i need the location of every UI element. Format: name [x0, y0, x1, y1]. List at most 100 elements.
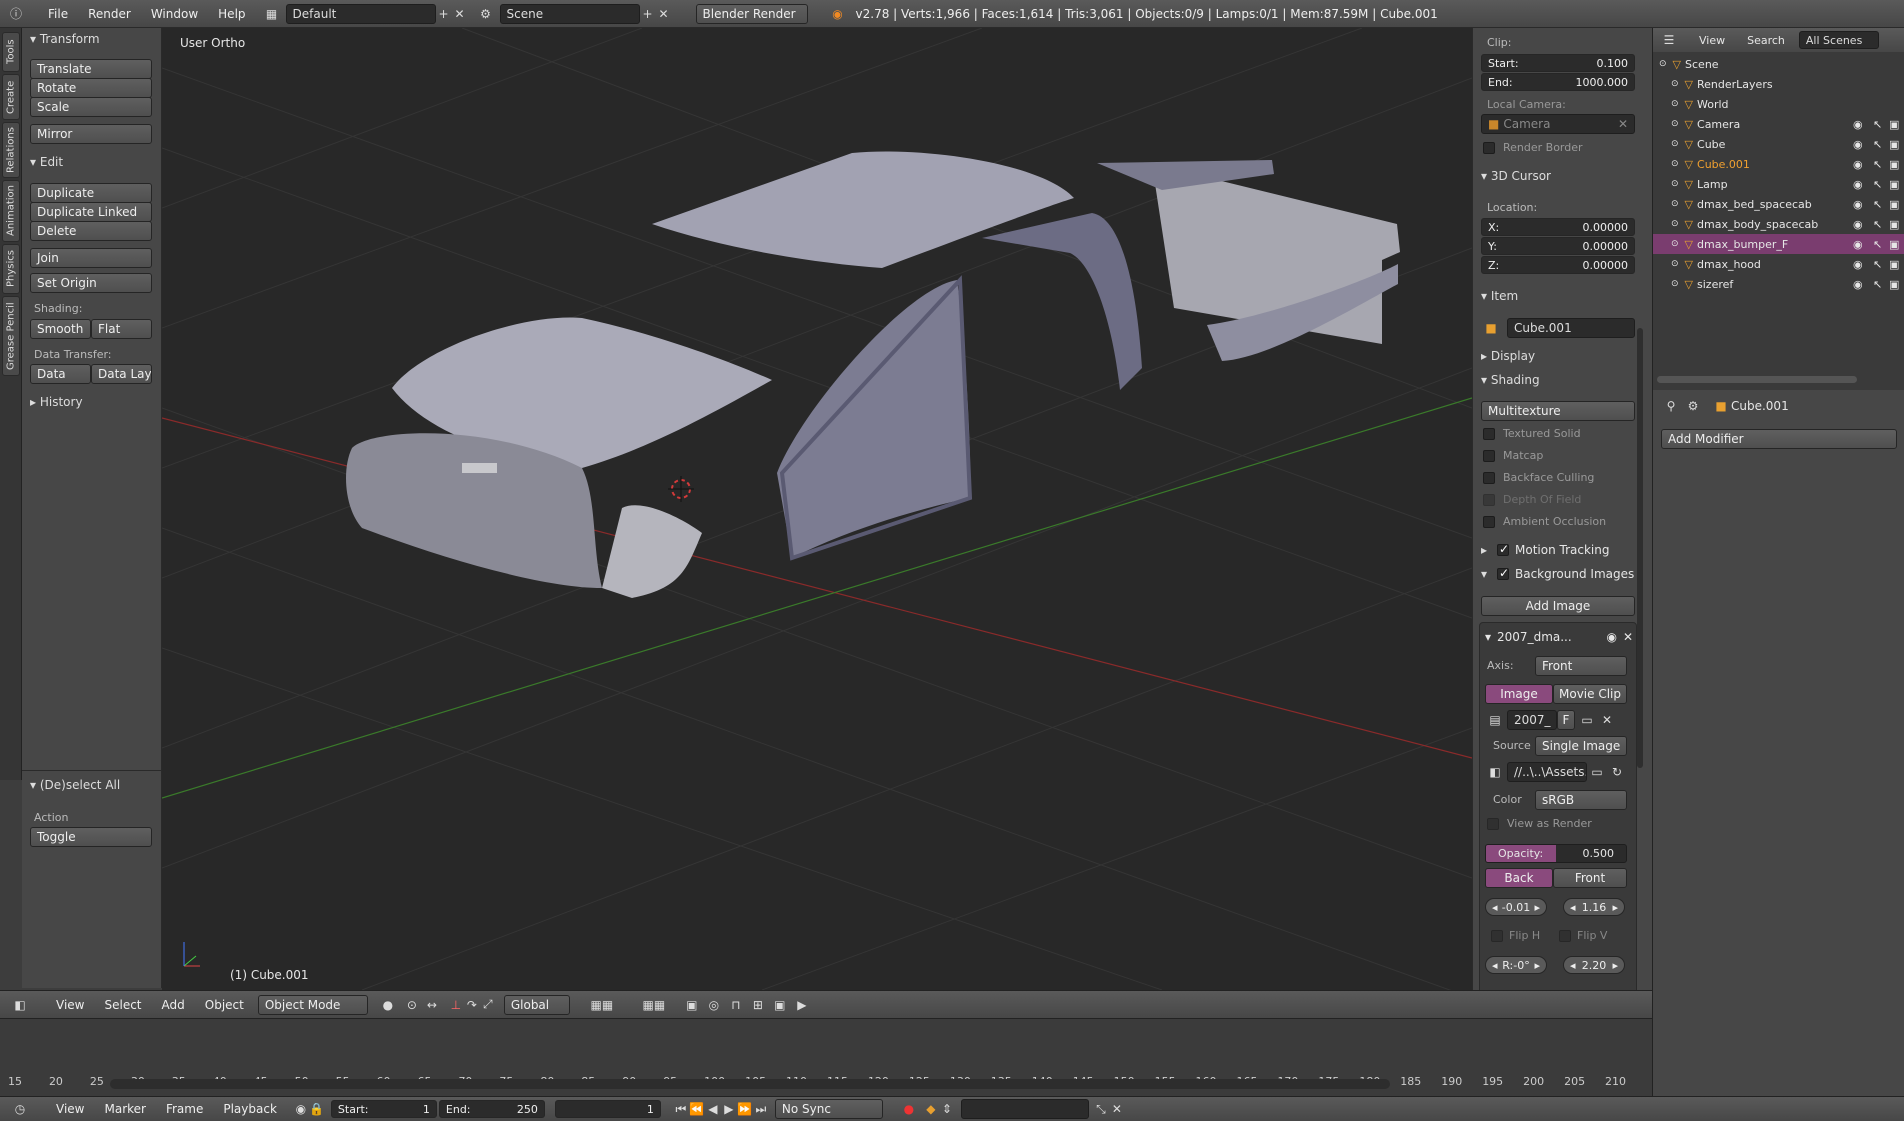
- renderability-icon[interactable]: ▣: [1889, 198, 1899, 211]
- manipulator-toggle-icon[interactable]: ↔: [424, 997, 440, 1013]
- transform-orientation-dropdown[interactable]: Global: [503, 994, 570, 1015]
- current-frame-field[interactable]: 1: [554, 1100, 661, 1118]
- rotation-field[interactable]: ◂ R:-0° ▸: [1485, 956, 1547, 974]
- tab-grease-pencil[interactable]: Grease Pencil: [2, 296, 20, 376]
- selectability-icon[interactable]: ↖: [1873, 218, 1882, 231]
- view-as-render-checkbox[interactable]: [1487, 818, 1499, 830]
- menu-timeline-view[interactable]: View: [46, 1102, 94, 1116]
- outliner-row[interactable]: ⊙ ▽ dmax_hood ◉ ↖ ▣: [1653, 254, 1904, 274]
- rotate-manipulator-icon[interactable]: ↷: [464, 997, 480, 1013]
- image-path-field[interactable]: //..\..\Assets...: [1507, 762, 1587, 782]
- data-transfer-button[interactable]: Data: [30, 364, 91, 384]
- outliner-row-label[interactable]: dmax_bumper_F: [1697, 238, 1788, 251]
- expand-toggle-icon[interactable]: ⊙: [1671, 199, 1679, 209]
- flat-button[interactable]: Flat: [91, 319, 152, 339]
- outliner-row-label[interactable]: Cube.001: [1697, 158, 1750, 171]
- outliner-row[interactable]: ⊙ ▽ RenderLayers: [1653, 74, 1904, 94]
- visibility-eye-icon[interactable]: ◉: [1853, 158, 1863, 171]
- outliner-row[interactable]: ⊙ ▽ World: [1653, 94, 1904, 114]
- decrement-arrow-icon[interactable]: ◂: [1492, 901, 1498, 914]
- expand-toggle-icon[interactable]: ⊙: [1671, 119, 1679, 129]
- expand-toggle-icon[interactable]: ⊙: [1671, 159, 1679, 169]
- tab-tools[interactable]: Tools: [2, 32, 20, 72]
- back-button[interactable]: Back: [1485, 868, 1553, 888]
- 3d-cursor-icon[interactable]: [668, 476, 694, 502]
- size-field[interactable]: ◂ 2.20 ▸: [1563, 956, 1625, 974]
- start-frame-field[interactable]: Start: 1: [330, 1100, 437, 1118]
- matcap-checkbox[interactable]: [1483, 450, 1495, 462]
- visibility-eye-icon[interactable]: ◉: [1853, 118, 1863, 131]
- scale-manipulator-icon[interactable]: ⤢: [480, 997, 496, 1013]
- deselect-panel-header[interactable]: ▾ (De)select All: [30, 778, 120, 792]
- clip-end-field[interactable]: End: 1000.000: [1481, 73, 1635, 91]
- menu-frame[interactable]: Frame: [156, 1102, 213, 1116]
- duplicate-button[interactable]: Duplicate: [30, 183, 152, 203]
- image-name-field[interactable]: 2007_: [1507, 710, 1557, 730]
- delete-keyframe-icon[interactable]: ✕: [1109, 1101, 1125, 1117]
- color-space-dropdown[interactable]: sRGB: [1535, 790, 1627, 810]
- layers-icon[interactable]: ▦▦: [632, 997, 676, 1013]
- increment-arrow-icon[interactable]: ▸: [1612, 901, 1618, 914]
- render-animation-icon[interactable]: ▶: [794, 997, 810, 1013]
- render-engine-dropdown[interactable]: Blender Render: [695, 3, 808, 24]
- display-header[interactable]: ▸ Display: [1481, 349, 1535, 363]
- outliner-row-label[interactable]: Camera: [1697, 118, 1740, 131]
- layers-icon[interactable]: ▦▦: [580, 997, 624, 1013]
- visibility-eye-icon[interactable]: ◉: [1853, 258, 1863, 271]
- keyframe-icon[interactable]: ◆: [923, 1101, 939, 1117]
- folder-icon[interactable]: ▭: [1579, 712, 1595, 728]
- tab-physics[interactable]: Physics: [2, 244, 20, 294]
- outliner-row-label[interactable]: RenderLayers: [1697, 78, 1773, 91]
- outliner-row-label[interactable]: dmax_bed_spacecab: [1697, 198, 1812, 211]
- delete-button[interactable]: Delete: [30, 221, 152, 241]
- cursor-y-field[interactable]: Y: 0.00000: [1481, 237, 1635, 255]
- selectability-icon[interactable]: ↖: [1873, 198, 1882, 211]
- selectability-icon[interactable]: ↖: [1873, 138, 1882, 151]
- outliner-row[interactable]: ⊙ ▽ Lamp ◉ ↖ ▣: [1653, 174, 1904, 194]
- expand-toggle-icon[interactable]: ⊙: [1671, 179, 1679, 189]
- flip-v-checkbox[interactable]: [1559, 930, 1571, 942]
- decrement-arrow-icon[interactable]: ◂: [1492, 959, 1498, 972]
- scene-field[interactable]: Scene: [499, 3, 640, 24]
- increment-arrow-icon[interactable]: ▸: [1534, 901, 1540, 914]
- sync-mode-dropdown[interactable]: No Sync: [774, 1099, 883, 1119]
- backface-culling-checkbox[interactable]: [1483, 472, 1495, 484]
- selectability-icon[interactable]: ↖: [1873, 158, 1882, 171]
- shading-header[interactable]: ▾ Shading: [1481, 373, 1540, 387]
- interaction-mode-dropdown[interactable]: Object Mode: [257, 994, 368, 1015]
- record-icon[interactable]: ●: [901, 1101, 917, 1117]
- outliner-row[interactable]: ⊙ ▽ Cube.001 ◉ ↖ ▣: [1653, 154, 1904, 174]
- keying-set-field[interactable]: [960, 1099, 1089, 1119]
- selectability-icon[interactable]: ↖: [1873, 258, 1882, 271]
- outliner-row-label[interactable]: dmax_body_spacecab: [1697, 218, 1818, 231]
- outliner-row-label[interactable]: Cube: [1697, 138, 1725, 151]
- 3d-viewport[interactable]: User Ortho (1) Cube.001: [162, 28, 1472, 990]
- outliner-filter-dropdown[interactable]: All Scenes: [1798, 31, 1879, 49]
- textured-solid-checkbox[interactable]: [1483, 428, 1495, 440]
- tab-relations[interactable]: Relations: [2, 122, 20, 178]
- fake-user-button[interactable]: F: [1557, 710, 1575, 730]
- expand-toggle-icon[interactable]: ⊙: [1671, 279, 1679, 289]
- outliner-row[interactable]: ⊙ ▽ Scene: [1653, 54, 1904, 74]
- edit-panel-header[interactable]: ▾ Edit: [30, 155, 63, 169]
- renderability-icon[interactable]: ▣: [1889, 238, 1899, 251]
- snap-icon[interactable]: ⊓: [728, 997, 744, 1013]
- transform-panel-header[interactable]: ▾ Transform: [30, 32, 100, 46]
- outliner-search-menu[interactable]: Search: [1747, 34, 1785, 47]
- timeline[interactable]: 1520253035404550556065707580859095100105…: [0, 1018, 1652, 1106]
- outliner-row[interactable]: ⊙ ▽ dmax_bed_spacecab ◉ ↖ ▣: [1653, 194, 1904, 214]
- 3d-cursor-header[interactable]: ▾ 3D Cursor: [1481, 169, 1551, 183]
- increment-arrow-icon[interactable]: ▸: [1612, 959, 1618, 972]
- clip-start-field[interactable]: Start: 0.100: [1481, 54, 1635, 72]
- history-panel-header[interactable]: ▸ History: [30, 395, 83, 409]
- ambient-occlusion-checkbox[interactable]: [1483, 516, 1495, 528]
- render-border-checkbox[interactable]: [1483, 142, 1495, 154]
- expand-toggle-icon[interactable]: ⊙: [1671, 99, 1679, 109]
- menu-render[interactable]: Render: [78, 7, 141, 21]
- tab-image[interactable]: Image: [1485, 684, 1553, 704]
- rotate-button[interactable]: Rotate: [30, 78, 152, 98]
- pivot-point-icon[interactable]: ⊙: [404, 997, 420, 1013]
- offset-y-field[interactable]: ◂ 1.16 ▸: [1563, 898, 1625, 916]
- outliner-row[interactable]: ⊙ ▽ sizeref ◉ ↖ ▣: [1653, 274, 1904, 294]
- insert-keyframe-icon[interactable]: ⤡: [1093, 1101, 1109, 1117]
